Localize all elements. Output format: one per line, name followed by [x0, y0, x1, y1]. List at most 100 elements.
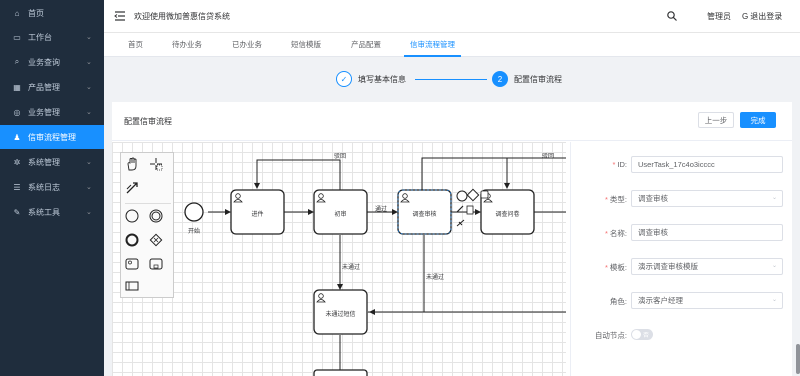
tab[interactable]: 待办业务	[172, 33, 202, 57]
pool-icon[interactable]	[125, 279, 143, 297]
home-icon: ⌂	[14, 8, 20, 18]
divider	[112, 140, 792, 141]
start-event[interactable]	[184, 202, 204, 222]
search-icon: ⌕	[14, 57, 20, 66]
sidebar-item-label: 产品管理	[28, 82, 60, 92]
prop-auto-row: 自动节点: 否	[571, 326, 793, 344]
grid-icon: ▦	[13, 82, 21, 92]
sidebar-item-label: 系统管理	[28, 157, 60, 167]
properties-panel: * ID: UserTask_17c4o3icccc * 类型: 调查审核 ⌄ * 名称…	[570, 142, 792, 376]
flow-reject-1[interactable]	[254, 159, 341, 190]
prop-type-label: * 类型:	[604, 195, 627, 204]
prop-name-row: * 名称: 调查审核	[571, 224, 793, 242]
sidebar: ⌂ 首页 ▭ 工作台 ⌄ ⌕ 业务查询 ⌄ ▦ 产品管理 ⌄ ◎ 业务管理 ⌄ ♟ 信审流程管理 ✲ 系统管理 ⌄ ☰…	[0, 0, 104, 376]
top-navbar: 欢迎使用微加普惠信贷系统 管理员 G 退出登录	[104, 0, 800, 33]
sidebar-item[interactable]: ✎ 系统工具 ⌄	[0, 200, 104, 224]
chevron-down-icon: ⌄	[86, 184, 92, 191]
step-2-label: 配置信审流程	[514, 75, 562, 84]
start-label: 开始	[188, 229, 201, 235]
menu-toggle-icon[interactable]	[114, 10, 126, 22]
chevron-down-icon: ⌄	[771, 263, 777, 269]
task-next[interactable]	[313, 369, 368, 376]
type-select[interactable]: 调查审核 ⌄	[631, 190, 783, 207]
name-field[interactable]: 调查审核	[631, 224, 783, 241]
palette-divider	[125, 203, 171, 204]
bpmn-palette	[120, 152, 174, 298]
sidebar-item-label: 系统工具	[28, 207, 60, 217]
chevron-down-icon: ⌄	[86, 34, 92, 41]
sidebar-item[interactable]: ♟ 信审流程管理	[0, 125, 104, 149]
step-2-number: 2	[492, 71, 508, 87]
bpmn-diagram	[184, 157, 566, 376]
monitor-icon: ▭	[13, 32, 21, 42]
steps-bar: ✓ 填写基本信息 2 配置信审流程	[104, 58, 800, 98]
flow-t3-to-t5[interactable]	[369, 235, 425, 315]
prop-role-label: 角色:	[609, 297, 627, 306]
task-t2-label: 初审	[334, 212, 347, 218]
sidebar-item-label: 业务查询	[28, 57, 60, 67]
logout-icon: G	[742, 12, 749, 21]
toggle-knob	[632, 330, 641, 339]
sidebar-item[interactable]: ▦ 产品管理 ⌄	[0, 75, 104, 99]
list-icon: ☰	[13, 182, 21, 192]
sidebar-item[interactable]: ▭ 工作台 ⌄	[0, 25, 104, 49]
prev-step-button[interactable]: 上一步	[698, 112, 734, 128]
tab[interactable]: 短信模版	[291, 33, 321, 57]
chevron-down-icon: ⌄	[86, 84, 92, 91]
end-event-icon[interactable]	[125, 233, 143, 251]
search-icon[interactable]	[666, 10, 678, 22]
lasso-tool-icon[interactable]	[149, 157, 167, 175]
start-event-icon[interactable]	[125, 209, 143, 227]
prop-auto-label: 自动节点:	[594, 331, 627, 340]
flow-reject-2[interactable]	[421, 157, 566, 190]
app-title: 欢迎使用微加普惠信贷系统	[134, 12, 230, 21]
chevron-down-icon: ⌄	[771, 195, 777, 201]
task-t5-label: 未通过短信	[325, 312, 356, 318]
user-name[interactable]: 管理员	[707, 11, 731, 22]
bpmn-canvas[interactable]: 开始 进件 初审 调查审核 调查问卷 未通过短信 驳回 驳回 通过 未通过 未通…	[112, 142, 566, 376]
prop-id-row: * ID: UserTask_17c4o3icccc	[571, 156, 793, 174]
page-scrollbar[interactable]	[796, 344, 800, 374]
chevron-down-icon: ⌄	[86, 109, 92, 116]
gateway-icon[interactable]	[149, 233, 167, 251]
finish-button[interactable]: 完成	[740, 112, 776, 128]
flow-label-reject-2: 驳回	[542, 154, 555, 160]
user-task-tool-icon[interactable]	[125, 257, 143, 275]
sidebar-item-label: 系统日志	[28, 182, 60, 192]
sidebar-item-label: 首页	[28, 8, 44, 18]
tab[interactable]: 信审流程管理	[404, 33, 461, 57]
flow-label-pass: 通过	[375, 207, 388, 213]
flow-config-card: 配置信审流程 上一步 完成 开始 进件 初审 调查审核 调查问卷 未通过短信 驳…	[112, 102, 792, 376]
tools-icon: ✎	[13, 207, 21, 217]
prop-name-label: * 名称:	[604, 229, 627, 238]
sidebar-item[interactable]: ⌂ 首页	[0, 1, 104, 25]
step-1-check-icon: ✓	[336, 71, 352, 87]
flow-label-fail-1: 未通过	[342, 265, 361, 271]
step-1-label: 填写基本信息	[358, 75, 406, 84]
tab[interactable]: 首页	[128, 33, 143, 57]
template-select[interactable]: 演示调查审核模版 ⌄	[631, 258, 783, 275]
flow-label-reject-1: 驳回	[334, 154, 347, 160]
logout-label: 退出登录	[750, 12, 783, 21]
sidebar-item[interactable]: ☰ 系统日志 ⌄	[0, 175, 104, 199]
auto-node-toggle[interactable]: 否	[631, 329, 653, 340]
settings-icon: ◎	[13, 107, 21, 117]
sidebar-item[interactable]: ⌕ 业务查询 ⌄	[0, 50, 104, 74]
id-field[interactable]: UserTask_17c4o3icccc	[631, 156, 783, 173]
hand-tool-icon[interactable]	[125, 157, 143, 175]
tab[interactable]: 产品配置	[351, 33, 381, 57]
sidebar-item[interactable]: ✲ 系统管理 ⌄	[0, 150, 104, 174]
tab[interactable]: 已办业务	[232, 33, 262, 57]
prop-template-row: * 模板: 演示调查审核模版 ⌄	[571, 258, 793, 276]
connect-tool-icon[interactable]	[125, 181, 143, 199]
sidebar-item[interactable]: ◎ 业务管理 ⌄	[0, 100, 104, 124]
role-select[interactable]: 演示客户经理 ⌄	[631, 292, 783, 309]
sidebar-item-label: 信审流程管理	[28, 132, 76, 142]
chevron-down-icon: ⌄	[86, 209, 92, 216]
logout-button[interactable]: G 退出登录	[742, 11, 782, 22]
step-connector	[415, 79, 487, 80]
intermediate-event-icon[interactable]	[149, 209, 167, 227]
subprocess-icon[interactable]	[149, 257, 167, 275]
card-title: 配置信审流程	[124, 117, 172, 126]
task-t3-label: 调查审核	[412, 212, 437, 218]
